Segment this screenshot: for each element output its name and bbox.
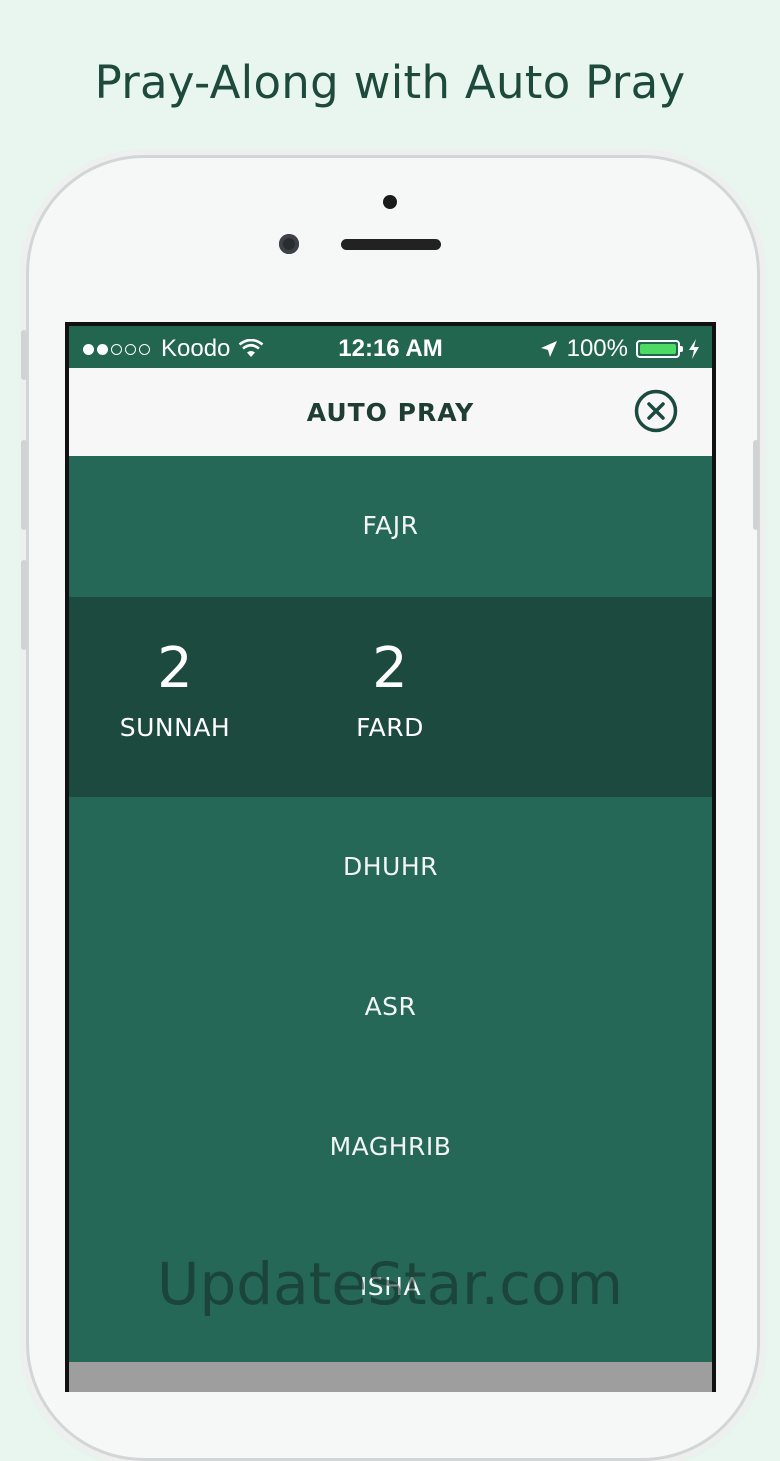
prayer-row-maghrib[interactable]: MAGHRIB bbox=[69, 1077, 712, 1217]
fajr-rakat-panel: 2 SUNNAH 2 FARD bbox=[69, 597, 712, 797]
prayer-label: DHUHR bbox=[342, 852, 439, 881]
phone-screen: Koodo 12:16 AM 100% AUTO PRAY FAJR 2 SUN… bbox=[65, 322, 716, 1392]
battery-percent: 100% bbox=[566, 335, 628, 362]
fard-count-cell[interactable]: 2 FARD bbox=[290, 636, 490, 743]
page-title: AUTO PRAY bbox=[306, 398, 475, 427]
prayer-label: FAJR bbox=[362, 511, 419, 540]
phone-volume-down-button bbox=[21, 560, 27, 650]
bolt-icon bbox=[689, 339, 699, 359]
close-button[interactable] bbox=[634, 389, 678, 433]
prayer-row-dhuhr[interactable]: DHUHR bbox=[69, 797, 712, 937]
prayer-list: FAJR 2 SUNNAH 2 FARD DHUHR ASR MAGHRIB I… bbox=[69, 456, 712, 1362]
prayer-label: ASR bbox=[364, 992, 417, 1021]
phone-power-button bbox=[753, 440, 759, 530]
status-bar: Koodo 12:16 AM 100% bbox=[69, 326, 712, 368]
sunnah-count: 2 bbox=[157, 636, 193, 701]
fard-label: FARD bbox=[356, 713, 424, 742]
close-circle-icon bbox=[634, 389, 678, 433]
sunnah-label: SUNNAH bbox=[119, 713, 231, 742]
nav-bar: AUTO PRAY bbox=[69, 368, 712, 456]
front-camera bbox=[279, 234, 299, 254]
phone-side-button bbox=[21, 330, 27, 380]
prayer-row-fajr[interactable]: FAJR bbox=[69, 456, 712, 596]
phone-volume-up-button bbox=[21, 440, 27, 530]
sunnah-count-cell[interactable]: 2 SUNNAH bbox=[75, 636, 275, 743]
fard-count: 2 bbox=[372, 636, 408, 701]
battery-icon bbox=[636, 340, 683, 358]
bottom-bar bbox=[69, 1362, 712, 1392]
watermark: UpdateStar.com bbox=[157, 1250, 623, 1318]
prayer-row-asr[interactable]: ASR bbox=[69, 937, 712, 1077]
headline: Pray-Along with Auto Pray bbox=[94, 56, 686, 109]
prayer-label: MAGHRIB bbox=[329, 1132, 452, 1161]
location-arrow-icon bbox=[540, 341, 557, 357]
earpiece-speaker bbox=[341, 239, 441, 250]
proximity-sensor bbox=[383, 195, 397, 209]
